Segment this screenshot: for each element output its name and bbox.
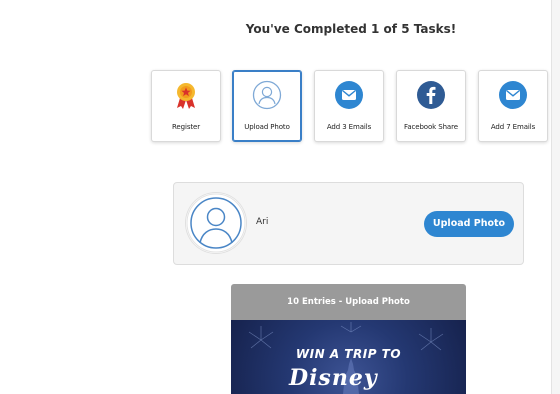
page-title: You've Completed 1 of 5 Tasks! — [245, 22, 457, 36]
task-label: Upload Photo — [244, 123, 290, 131]
facebook-icon — [417, 81, 445, 109]
envelope-icon — [335, 81, 363, 109]
task-label: Register — [171, 123, 201, 131]
promo-headline: WIN A TRIP TO — [295, 347, 402, 361]
task-label: Add 3 Emails — [326, 123, 372, 131]
promo-header: 10 Entries - Upload Photo — [231, 284, 466, 320]
award-ribbon-icon — [177, 83, 195, 109]
task-add-7-emails[interactable]: Add 7 Emails — [478, 70, 548, 142]
page: You've Completed 1 of 5 Tasks! Register … — [0, 0, 552, 394]
user-name: Ari — [256, 217, 269, 227]
task-upload-photo[interactable]: Upload Photo — [232, 70, 302, 142]
task-facebook-share[interactable]: Facebook Share — [396, 70, 466, 142]
task-label: Facebook Share — [404, 123, 458, 131]
upload-photo-card: Ari Upload Photo — [173, 182, 524, 265]
task-register[interactable]: Register — [151, 70, 221, 142]
profile-avatar-placeholder-icon[interactable] — [186, 193, 246, 253]
promo-card[interactable]: 10 Entries - Upload Photo WIN A TRIP TO … — [231, 284, 466, 394]
upload-photo-button[interactable]: Upload Photo — [424, 211, 514, 237]
user-avatar-icon — [252, 80, 282, 110]
task-label: Add 7 Emails — [490, 123, 536, 131]
promo-image: WIN A TRIP TO Disney — [231, 320, 466, 394]
promo-brand-logo: Disney — [289, 365, 378, 391]
envelope-icon — [499, 81, 527, 109]
task-add-3-emails[interactable]: Add 3 Emails — [314, 70, 384, 142]
